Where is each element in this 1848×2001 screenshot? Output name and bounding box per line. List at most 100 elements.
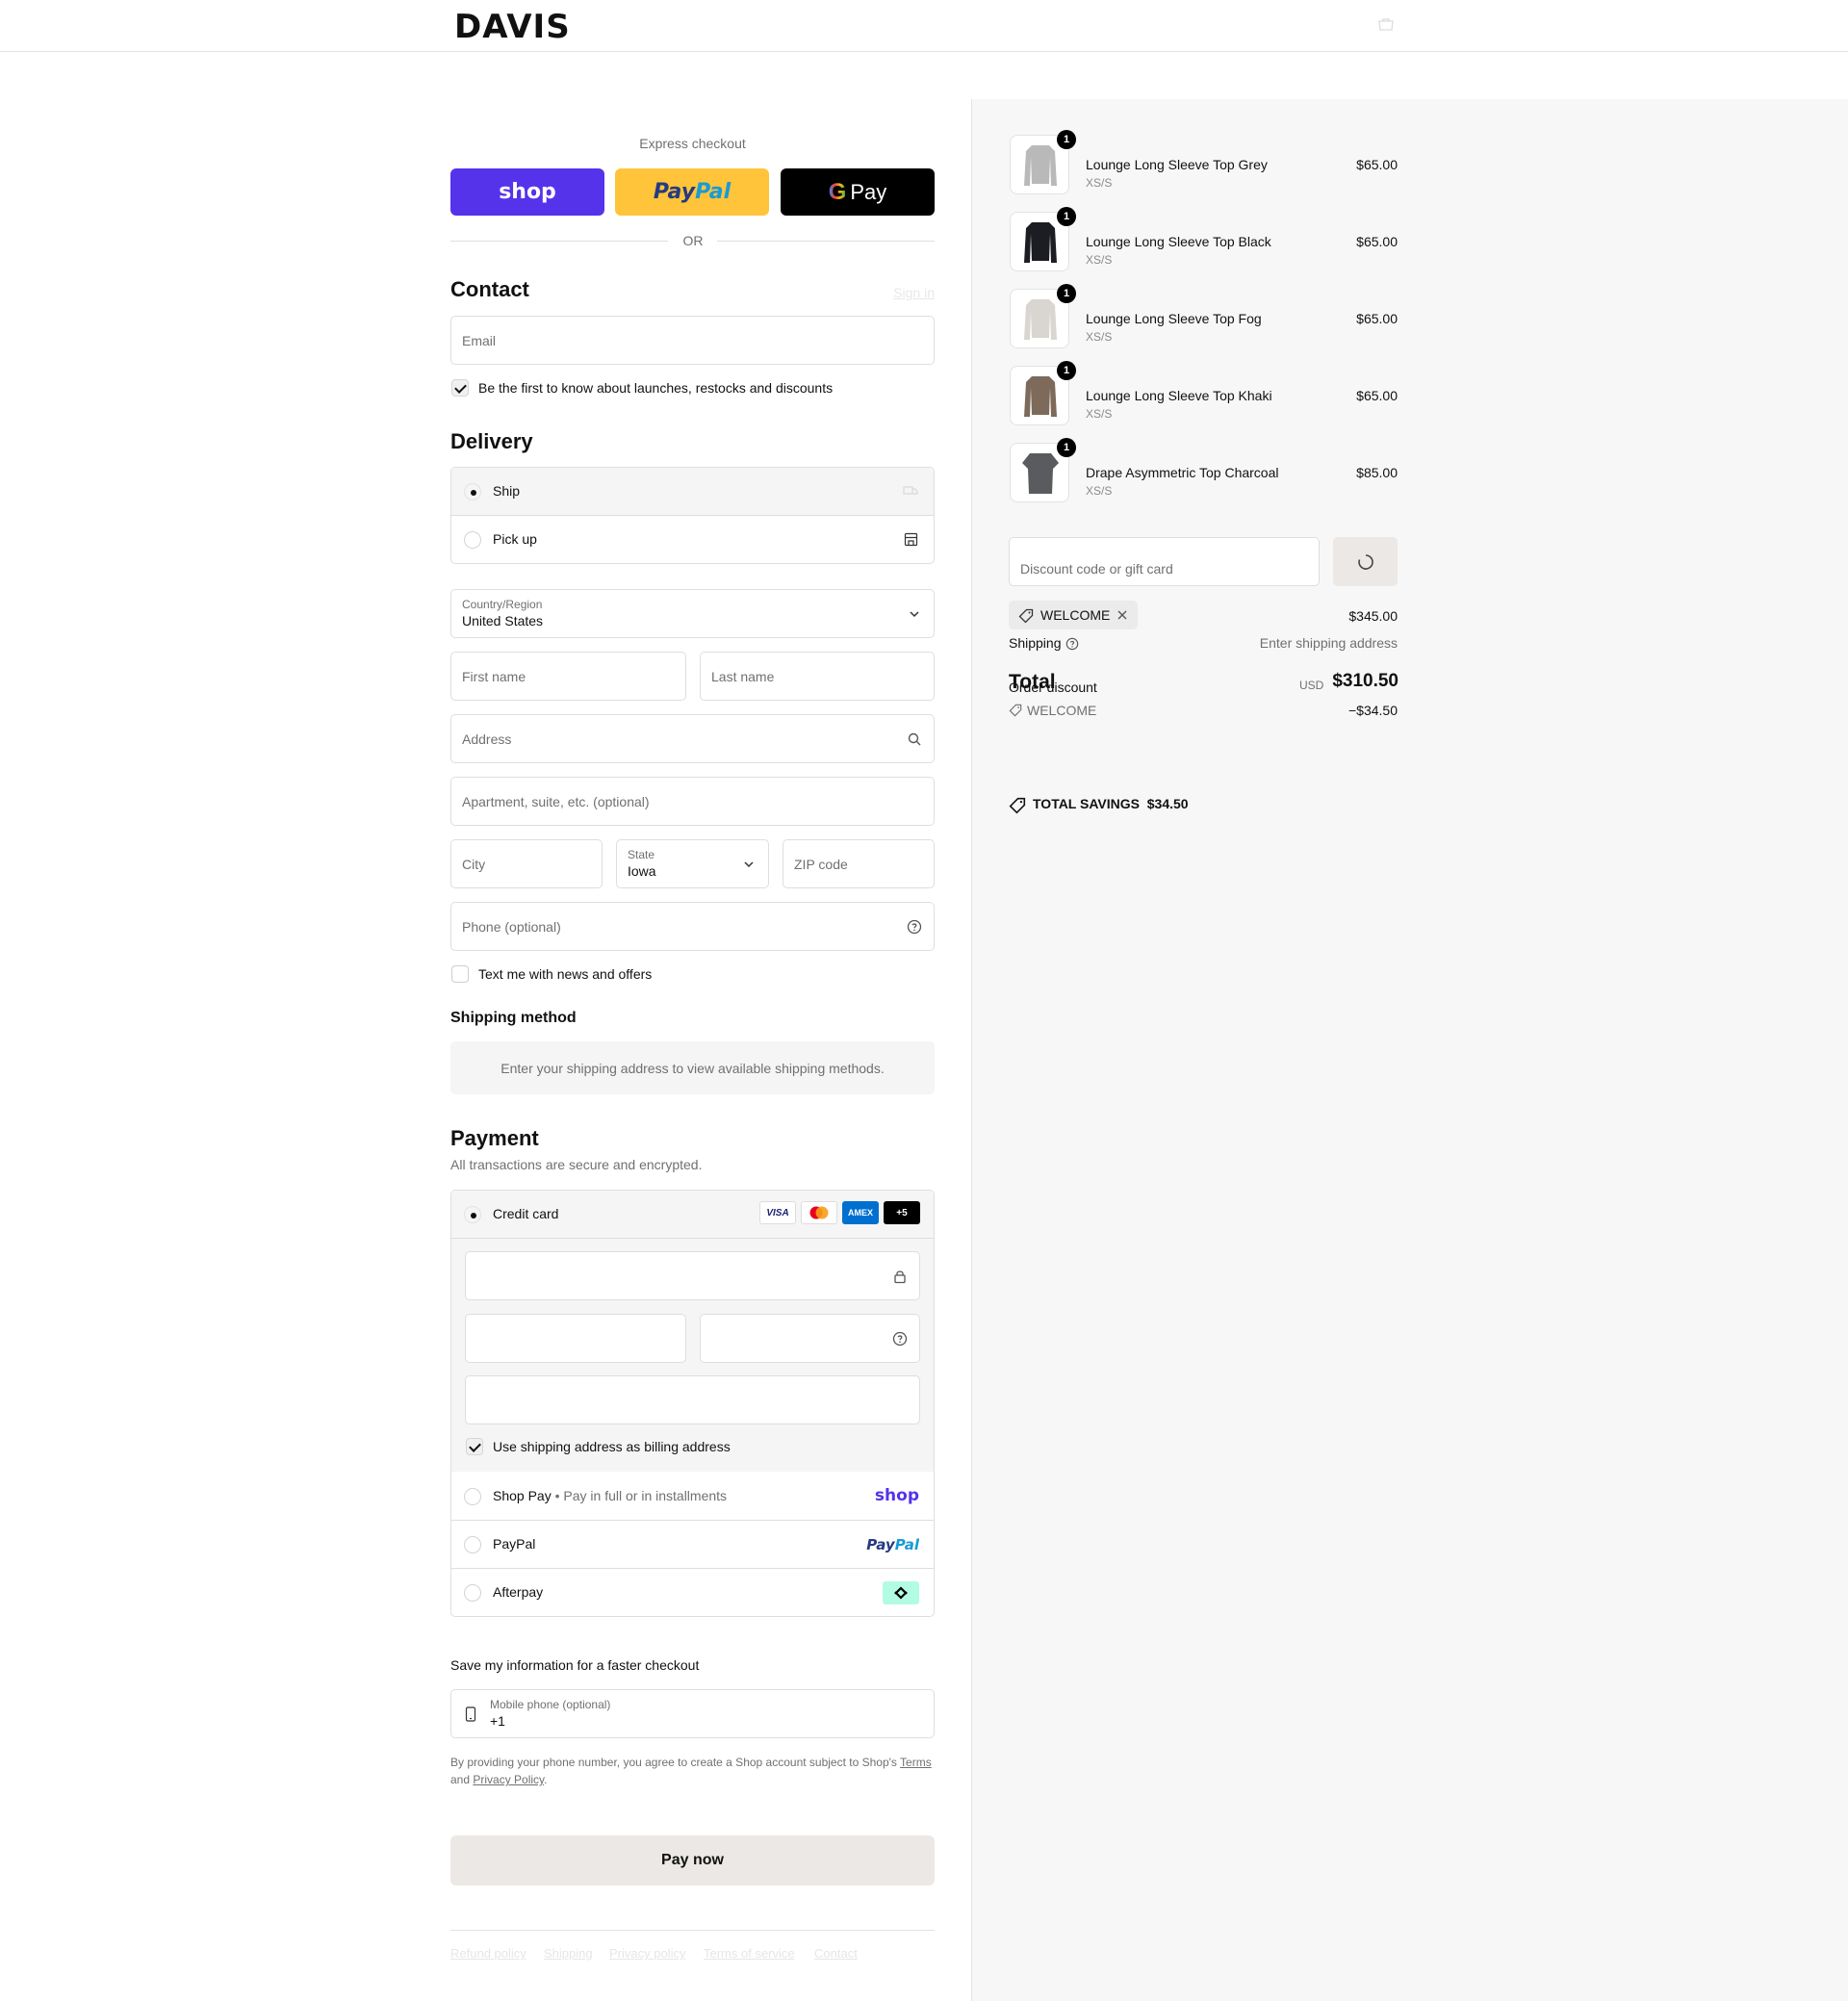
apply-discount-button[interactable] <box>1333 537 1398 586</box>
divider <box>717 241 935 242</box>
visa-icon: VISA <box>759 1201 796 1224</box>
amex-icon: AMEX <box>842 1201 879 1224</box>
item-variant: XS/S <box>1086 176 1113 190</box>
delivery-option-ship[interactable]: Ship <box>451 468 934 516</box>
pickup-radio[interactable] <box>464 531 481 549</box>
shipping-method-notice: Enter your shipping address to view avai… <box>450 1041 935 1094</box>
pay-now-button[interactable]: Pay now <box>450 1835 935 1886</box>
quantity-badge: 1 <box>1057 207 1076 226</box>
shipping-value: Enter shipping address <box>1259 635 1398 651</box>
payment-option-paypal[interactable]: PayPal PayPal <box>451 1521 934 1569</box>
item-price: $65.00 <box>1356 311 1398 326</box>
search-icon <box>908 732 921 745</box>
first-name-field[interactable]: First name <box>450 652 686 701</box>
loading-spinner-icon <box>1358 554 1373 570</box>
lock-icon <box>894 1270 906 1283</box>
discount-code-label: WELCOME <box>1027 703 1097 718</box>
last-name-field[interactable]: Last name <box>700 652 935 701</box>
help-circle-icon[interactable] <box>1065 637 1079 651</box>
security-code-field[interactable] <box>700 1314 920 1363</box>
google-g-icon: G <box>828 178 847 205</box>
billing-same-label: Use shipping address as billing address <box>493 1439 731 1454</box>
terms-link[interactable]: Terms <box>900 1756 932 1769</box>
help-circle-icon[interactable] <box>892 1331 908 1347</box>
item-variant: XS/S <box>1086 330 1113 344</box>
applied-discount-chip: WELCOME <box>1009 601 1138 629</box>
shop-pay-logo: shop <box>874 1486 919 1505</box>
help-circle-icon[interactable] <box>907 919 922 935</box>
shop-pay-express-button[interactable]: shop <box>450 168 604 216</box>
paypal-radio[interactable] <box>464 1536 481 1553</box>
sign-in-link[interactable]: Sign in <box>866 285 935 300</box>
footer-refund-policy-link[interactable]: Refund policy <box>450 1946 526 1961</box>
delivery-option-pickup[interactable]: Pick up <box>451 516 934 563</box>
tag-icon <box>1018 608 1034 624</box>
total-savings: TOTAL SAVINGS $34.50 <box>1033 796 1189 811</box>
paypal-express-button[interactable]: Pay Pal <box>615 168 769 216</box>
store-icon <box>904 532 918 547</box>
item-price: $85.00 <box>1356 465 1398 480</box>
quantity-badge: 1 <box>1057 284 1076 303</box>
email-field[interactable]: Email <box>450 316 935 365</box>
payment-subtitle: All transactions are secure and encrypte… <box>450 1157 703 1172</box>
item-variant: XS/S <box>1086 253 1113 267</box>
name-on-card-field[interactable] <box>465 1375 920 1424</box>
product-thumbnail: 1 <box>1010 207 1076 271</box>
footer-divider <box>450 1930 935 1931</box>
shipping-method-heading: Shipping method <box>450 1010 577 1026</box>
apartment-field[interactable]: Apartment, suite, etc. (optional) <box>450 777 935 826</box>
payment-option-afterpay[interactable]: Afterpay <box>451 1569 934 1616</box>
delivery-method-group: Ship Pick up <box>450 467 935 564</box>
discount-code-field[interactable]: Discount code or gift card <box>1009 537 1320 586</box>
ship-radio[interactable] <box>464 483 481 500</box>
footer-privacy-policy-link[interactable]: Privacy policy <box>609 1946 685 1961</box>
item-price: $65.00 <box>1356 234 1398 249</box>
phone-field[interactable]: Phone (optional) <box>450 902 935 951</box>
contact-heading: Contact <box>450 277 529 301</box>
item-price: $65.00 <box>1356 388 1398 403</box>
card-number-field[interactable] <box>465 1251 920 1300</box>
footer-terms-link[interactable]: Terms of service <box>704 1946 795 1961</box>
chevron-down-icon <box>910 610 919 617</box>
mobile-phone-field[interactable]: Mobile phone (optional) +1 <box>450 1689 935 1738</box>
mastercard-icon <box>801 1201 837 1224</box>
express-checkout-title: Express checkout <box>639 136 746 151</box>
mobile-phone-icon <box>465 1706 476 1722</box>
product-thumbnail: 1 <box>1010 438 1076 502</box>
payment-heading: Payment <box>450 1126 539 1150</box>
credit-card-radio[interactable] <box>464 1206 481 1223</box>
state-select[interactable]: State Iowa <box>616 839 769 888</box>
sms-label: Text me with news and offers <box>478 966 653 982</box>
brand-logo[interactable]: DAVIS <box>454 8 571 46</box>
shipping-label: Shipping <box>1009 635 1062 651</box>
expiration-date-field[interactable] <box>465 1314 686 1363</box>
newsletter-checkbox[interactable] <box>451 379 469 397</box>
item-name: Lounge Long Sleeve Top Black <box>1086 234 1271 249</box>
tag-icon <box>1009 797 1026 814</box>
item-price: $65.00 <box>1356 157 1398 172</box>
city-field[interactable]: City <box>450 839 603 888</box>
address-field[interactable]: Address <box>450 714 935 763</box>
privacy-policy-link[interactable]: Privacy Policy <box>473 1773 544 1786</box>
google-pay-express-button[interactable]: G Pay <box>781 168 935 216</box>
product-thumbnail: 1 <box>1010 361 1076 425</box>
header: DAVIS <box>0 0 1848 52</box>
zip-field[interactable]: ZIP code <box>783 839 935 888</box>
country-select[interactable]: Country/Region United States <box>450 589 935 638</box>
payment-option-shop-pay[interactable]: Shop Pay • Pay in full or in installment… <box>451 1473 934 1521</box>
tag-icon <box>1009 704 1022 717</box>
newsletter-label: Be the first to know about launches, res… <box>478 380 834 396</box>
item-name: Lounge Long Sleeve Top Grey <box>1086 157 1268 172</box>
shopping-bag-icon[interactable] <box>1376 17 1396 31</box>
quantity-badge: 1 <box>1057 130 1076 149</box>
sms-checkbox[interactable] <box>451 965 469 983</box>
footer-shipping-link[interactable]: Shipping <box>544 1946 593 1961</box>
item-variant: XS/S <box>1086 484 1113 498</box>
quantity-badge: 1 <box>1057 438 1076 457</box>
shop-pay-radio[interactable] <box>464 1488 481 1505</box>
save-info-heading: Save my information for a faster checkou… <box>450 1657 700 1673</box>
footer-contact-link[interactable]: Contact <box>814 1946 858 1961</box>
close-icon[interactable] <box>1116 609 1128 621</box>
afterpay-radio[interactable] <box>464 1584 481 1602</box>
billing-same-checkbox[interactable] <box>466 1438 483 1455</box>
